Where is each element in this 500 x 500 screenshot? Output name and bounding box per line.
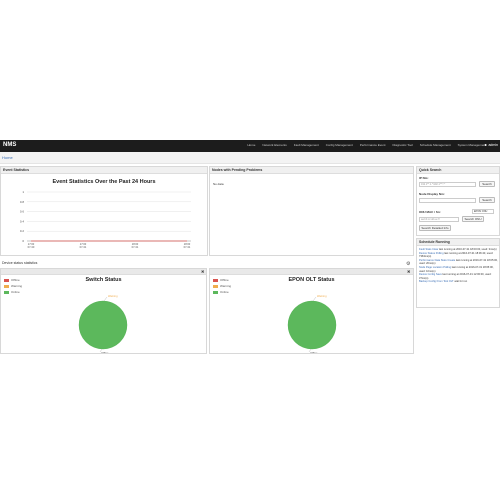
- ip-input[interactable]: 192.1**.1.*/192.1**.*.*: [419, 182, 476, 187]
- y-tick-label: 0.4: [20, 219, 25, 223]
- pie-annotation-offline: Offline: [310, 351, 318, 353]
- pie-annotation-warning: Warning: [108, 294, 118, 298]
- epon-olt-status-panel: ✖ Offline Warning Online EPON OLT Status…: [209, 268, 414, 354]
- search-onu-button[interactable]: Search ONU: [462, 216, 484, 222]
- node-search-button[interactable]: Search: [479, 197, 495, 203]
- menu-item-fault-management[interactable]: Fault Management: [294, 143, 319, 147]
- x-tick-label: 17:00 07-30: [28, 242, 35, 249]
- list-item: Backup Config From Tool OLT wait for run: [419, 280, 499, 284]
- nodes-pending-panel: Nodes with Pending Problems No data: [209, 166, 414, 256]
- list-item: Performance Data Stats Create last runni…: [419, 259, 499, 266]
- schedule-link[interactable]: Backup Config From Tool OLT: [419, 280, 454, 283]
- top-navbar: NMS Home Network Elements Fault Manageme…: [0, 140, 500, 152]
- device-status-header: Device status statistics: [0, 259, 415, 267]
- close-icon[interactable]: ✖: [407, 269, 410, 274]
- panel-toolbar: [210, 269, 413, 275]
- pie-annotation-warning: Warning: [317, 294, 327, 298]
- user-menu[interactable]: ☻ admin: [484, 143, 498, 147]
- menu-item-home[interactable]: Home: [247, 143, 255, 147]
- schedule-text: last running at 2016-07-31 18:00:00, use…: [439, 248, 497, 251]
- panel-toolbar: [1, 269, 206, 275]
- panel-header: Nodes with Pending Problems: [210, 167, 413, 174]
- ip-search-button[interactable]: Search: [479, 181, 495, 187]
- menu-item-diagnostic-tool[interactable]: Diagnostic Tool: [392, 143, 412, 147]
- y-tick-label: 0: [22, 239, 24, 243]
- panel-header: Schedule Running: [417, 239, 499, 246]
- schedule-link[interactable]: Node Page Location Polling: [419, 266, 451, 269]
- pie-annotation-offline: Offline: [101, 351, 109, 353]
- panel-header: Quick Search: [417, 167, 499, 174]
- close-icon[interactable]: ✖: [201, 269, 204, 274]
- section-title: Device status statistics: [2, 261, 38, 265]
- y-tick-label: 0.2: [20, 229, 25, 233]
- node-display-input[interactable]: [419, 198, 476, 203]
- search-detailed-button[interactable]: Search Detailed Info: [419, 225, 451, 231]
- annotation-line: [312, 296, 317, 302]
- menu-item-schedule-management[interactable]: Schedule Management: [420, 143, 451, 147]
- x-tick-label: 17:00 07-31: [80, 242, 87, 249]
- y-tick-label: 1: [22, 190, 24, 194]
- onu-mac-input[interactable]: aa:bb:cc:dd:ee:ff: [419, 217, 459, 222]
- pie-slice[interactable]: [287, 300, 337, 350]
- empty-text: No data: [213, 182, 224, 186]
- onu-type-select[interactable]: EPON ONU: [472, 209, 494, 214]
- quick-search-panel: Quick Search IP Nm: 192.1**.1.*/192.1**.…: [416, 166, 500, 236]
- schedule-link[interactable]: Device Config Save: [419, 273, 442, 276]
- schedule-text: wait for run: [454, 280, 468, 284]
- breadcrumb-home[interactable]: Home: [2, 155, 13, 160]
- node-display-label: Node Display Nm:: [419, 192, 445, 196]
- switch-status-panel: ✖ Offline Warning Online Switch Status W…: [0, 268, 207, 354]
- breadcrumb: Home: [0, 152, 500, 164]
- x-tick-label: 18:00 07-31: [184, 242, 191, 249]
- user-icon: ☻: [483, 143, 488, 147]
- event-statistics-panel: Event Statistics Event Statistics Over t…: [0, 166, 208, 256]
- panel-header: Event Statistics: [1, 167, 207, 174]
- switch-pie-chart: Warning Offline: [78, 294, 128, 353]
- pie-slice[interactable]: [78, 300, 128, 350]
- schedule-list: Fault Stats Clear last running at 2016-0…: [419, 248, 499, 284]
- event-line-chart: 1 0.8 0.6 0.4 0.2 0 17:00 07-30 17:00 07-31 18:00 0…: [20, 190, 191, 249]
- y-tick-label: 0.8: [20, 200, 25, 204]
- list-item: Device Status Polling last running at 20…: [419, 252, 499, 259]
- x-tick-label: 18:00 07-31: [132, 242, 139, 249]
- main-menu: Home Network Elements Fault Management C…: [247, 143, 486, 147]
- onu-mac-label: ONU MAC / Sn:: [419, 210, 441, 214]
- olt-pie-chart: Warning Offline: [287, 294, 337, 353]
- menu-item-performance-event[interactable]: Performance Event: [360, 143, 386, 147]
- user-name: admin: [488, 143, 498, 147]
- app-brand[interactable]: NMS: [3, 142, 16, 148]
- gear-icon[interactable]: ⚙: [406, 261, 410, 267]
- ip-label: IP Nm:: [419, 176, 429, 180]
- menu-item-network-elements[interactable]: Network Elements: [262, 143, 286, 147]
- annotation-line: [103, 296, 108, 302]
- schedule-running-panel: Schedule Running Fault Stats Clear last …: [416, 238, 500, 308]
- y-tick-label: 0.6: [20, 210, 25, 214]
- menu-item-config-management[interactable]: Config Management: [326, 143, 353, 147]
- schedule-link[interactable]: Fault Stats Clear: [419, 248, 438, 251]
- menu-item-system-management[interactable]: System Management: [458, 143, 486, 147]
